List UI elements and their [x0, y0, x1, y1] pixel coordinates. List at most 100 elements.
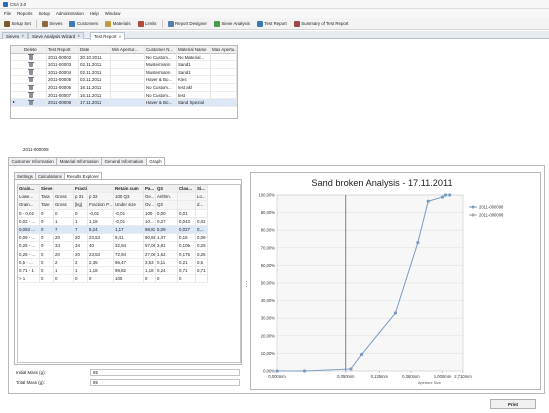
tab-graph[interactable]: Graph [145, 157, 166, 165]
column-header[interactable]: Min Apertur... [111, 46, 145, 54]
toolbar-button-materials[interactable]: Materials [103, 19, 132, 28]
toolbar-button-label: Test Report [264, 21, 287, 26]
table-row[interactable]: 2011-00002 30.10.2011 No Custom... No Mater… [11, 53, 237, 62]
trash-icon[interactable] [28, 61, 34, 68]
table-cell: Mustermann [145, 68, 177, 77]
grid-cell: Retain cum [114, 185, 144, 194]
table-cell: Haver & Bo... [145, 99, 177, 107]
total-mass-field[interactable]: 85 [90, 379, 240, 386]
delete-cell[interactable] [23, 99, 47, 107]
grading-chart: Sand broken Analysis - 17.11.2011 0,00% 10… [250, 172, 541, 390]
tab-material-information[interactable]: Material Information [56, 157, 103, 165]
title-bar: CSA 3.0 [0, 0, 549, 9]
toolbar-button-limits[interactable]: Limits [136, 19, 159, 28]
test-report-icon [256, 20, 263, 27]
initial-mass-field[interactable]: 85 [90, 369, 240, 376]
tab-sieve-analysis-wizard[interactable]: Sieve Analysis Wizard ✕ [28, 32, 85, 39]
column-header[interactable]: Max Apertu... [211, 46, 237, 54]
menu-item-file[interactable]: File [4, 11, 11, 16]
column-header[interactable]: Customer N... [145, 46, 177, 54]
table-cell: 2011-00003 [47, 61, 79, 69]
tab-test-report[interactable]: Test Report ✕ [90, 32, 126, 40]
grid-cell: 1 [74, 217, 88, 226]
grid-cell: [kg] [74, 201, 88, 210]
toolbar-button-test-report[interactable]: Test Report [255, 19, 289, 28]
grid-cell: Gross [54, 193, 74, 202]
grid-cell: Gross [54, 201, 74, 210]
menu-item-setup[interactable]: Setup [38, 11, 49, 16]
table-cell: 2011-00006 [47, 84, 79, 92]
grid-cell: 0,71 [196, 267, 208, 276]
toolbar-button-report-designer[interactable]: Report Designer [166, 19, 209, 28]
delete-cell[interactable] [23, 53, 47, 62]
data-point [426, 199, 430, 203]
toolbar-button-customers[interactable]: Customers [67, 19, 100, 28]
close-icon[interactable]: ✕ [21, 34, 24, 38]
sieve-icon [41, 20, 48, 27]
delete-cell[interactable] [23, 76, 47, 84]
menu-item-help[interactable]: Help [90, 11, 99, 16]
grid-cell [54, 185, 74, 194]
tab-results-explorer[interactable]: Results Explorer [63, 172, 103, 179]
table-cell: 30.10.2011 [79, 53, 111, 62]
column-header[interactable]: Material Name [177, 46, 211, 54]
toolbar-button-sieve-analysis[interactable]: Sieve Analysis [212, 19, 252, 28]
table-row[interactable]: 2011-00005 03.11.2011 Haver & Bo... Kies [11, 76, 237, 84]
tab-calculations[interactable]: Calculations [34, 172, 65, 179]
trash-icon[interactable] [28, 99, 34, 106]
grid-cell: 0 [40, 234, 54, 243]
sieve-analysis-icon [213, 20, 220, 27]
table-row[interactable]: 2011-00004 02.11.2011 Mustermann Sand1 [11, 68, 237, 77]
toolbar-button-label: Report Designer [175, 21, 207, 26]
tab-customer-information[interactable]: Customer Information [8, 157, 58, 165]
trash-icon[interactable] [28, 92, 34, 98]
trash-icon[interactable] [28, 84, 34, 91]
delete-cell[interactable] [23, 61, 47, 69]
table-row[interactable]: 2011-00003 02.11.2011 Mustermann Sand1 [11, 61, 237, 69]
grid-cell: Tara [40, 193, 54, 202]
grid-cell: 0,105 [178, 242, 196, 251]
trash-icon[interactable] [28, 69, 34, 75]
grid-cell: 0,09 [196, 234, 208, 243]
table-cell [111, 53, 145, 62]
row-indicator-icon: ▸ [13, 99, 16, 105]
toolbar-button-setup[interactable]: Setup Set [2, 19, 33, 28]
tab-general-information[interactable]: General Information [101, 157, 147, 165]
column-header[interactable]: Delete [23, 46, 47, 54]
toolbar-button-summary[interactable]: Summary of Test Report [292, 19, 351, 28]
grid-cell: 20 [74, 250, 88, 259]
grid-cell: 7 [74, 226, 88, 235]
grid-cell: 0,27 [156, 217, 178, 226]
toolbar-button-sieve[interactable]: Sieves [40, 19, 65, 28]
table-row[interactable]: 2011-00006 16.11.2011 No Custom... test akl [11, 84, 237, 92]
table-row[interactable]: ▸ 2011-00008 17.11.2011 Haver & Bo... Sand S… [11, 99, 237, 107]
toolbar-button-label: Sieve Analysis [221, 21, 250, 26]
print-button[interactable]: Print [490, 399, 536, 409]
menu-item-reports[interactable]: Reports [17, 11, 32, 16]
close-icon[interactable]: ✕ [118, 35, 121, 39]
menu-item-administration[interactable]: Administration [56, 11, 84, 16]
grid-cell: Fraction Retain [74, 185, 88, 194]
splitter-handle[interactable] [245, 280, 248, 288]
trash-icon[interactable] [28, 54, 34, 60]
close-icon[interactable]: ✕ [77, 34, 80, 38]
tab-sieves[interactable]: Sieves ✕ [2, 32, 29, 39]
trash-icon[interactable] [28, 76, 34, 83]
limits-icon [137, 20, 144, 27]
table-cell: 16.11.2011 [79, 84, 111, 92]
column-header[interactable]: Date [79, 46, 111, 54]
grid-cell [196, 275, 208, 284]
grid-cell [88, 185, 114, 194]
grid-cell: 98,83 [144, 226, 156, 235]
tab-settings[interactable]: Settings [14, 172, 36, 179]
delete-cell[interactable] [23, 68, 47, 77]
delete-cell[interactable] [23, 84, 47, 92]
table-row[interactable]: 2011-00007 16.11.2011 No Custom... test [11, 91, 237, 100]
grid-cell: Q3 [156, 185, 178, 194]
grid-cell: 0,09 - ... [18, 234, 40, 243]
delete-cell[interactable] [23, 91, 47, 100]
table-cell: Mustermann [145, 61, 177, 69]
grid-cell: 0,25 - ... [18, 250, 40, 259]
column-header[interactable]: Test Report [47, 46, 79, 54]
menu-item-window[interactable]: Window [105, 11, 121, 16]
